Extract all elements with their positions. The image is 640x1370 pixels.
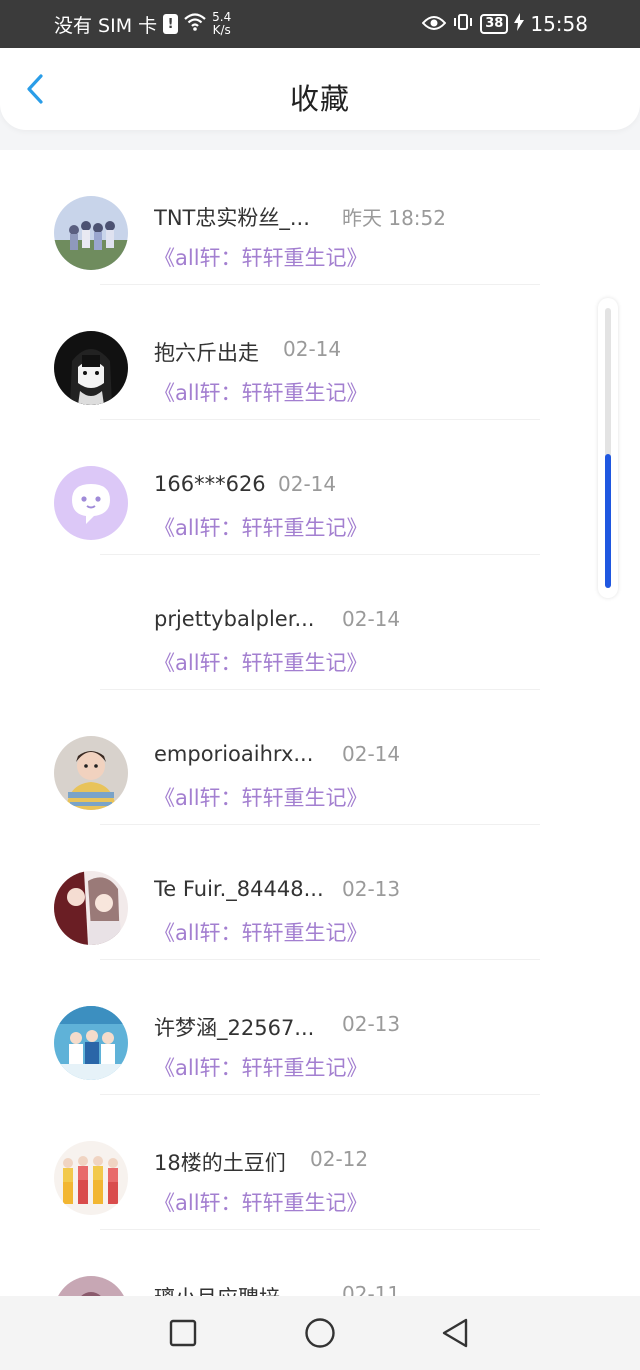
avatar[interactable] [54, 601, 128, 675]
book-title-link[interactable]: 《all轩：轩轩重生记》 [154, 1052, 368, 1082]
square-icon [169, 1319, 197, 1347]
status-bar: 没有 SIM 卡 ! 5.4 K/s 38 15:58 [0, 0, 640, 48]
timestamp: 02-14 [283, 337, 342, 361]
timestamp: 02-14 [342, 742, 401, 766]
list-item[interactable]: Te Fuir._84448... 02-13 《all轩：轩轩重生记》 [0, 825, 640, 960]
timestamp: 昨天 18:52 [342, 206, 446, 230]
book-title-link[interactable]: 《all轩：轩轩重生记》 [154, 377, 368, 407]
app-header: 收藏 [0, 48, 640, 130]
list-item[interactable]: prjettybalpler... 02-14 《all轩：轩轩重生记》 [0, 555, 640, 690]
home-button[interactable] [303, 1316, 337, 1350]
timestamp: 02-12 [310, 1147, 369, 1171]
list-item[interactable]: emporioaihrx... 02-14 《all轩：轩轩重生记》 [0, 690, 640, 825]
avatar[interactable] [54, 196, 128, 270]
list-item[interactable]: 18楼的土豆们 02-12 《all轩：轩轩重生记》 [0, 1095, 640, 1230]
scrollbar-thumb[interactable] [605, 453, 611, 588]
list-item[interactable]: 璃小月应聘培... 02-11 [0, 1230, 640, 1296]
user-name: 璃小月应聘培... [154, 1282, 300, 1296]
avatar[interactable] [54, 736, 128, 810]
avatar[interactable] [54, 1141, 128, 1215]
user-name: emporioaihrx... [154, 742, 314, 766]
avatar[interactable] [54, 466, 128, 540]
book-title-link[interactable]: 《all轩：轩轩重生记》 [154, 242, 368, 272]
list-item[interactable]: 许梦涵_22567... 02-13 《all轩：轩轩重生记》 [0, 960, 640, 1095]
user-name: 许梦涵_22567... [154, 1016, 315, 1040]
system-nav-bar [0, 1296, 640, 1370]
charging-icon [514, 13, 525, 35]
user-name: 166***626 [154, 472, 266, 496]
page-title: 收藏 [289, 82, 350, 116]
book-title-link[interactable]: 《all轩：轩轩重生记》 [154, 1187, 368, 1217]
user-name: Te Fuir._84448... [154, 877, 324, 901]
user-name: 抱六斤出走 [154, 341, 259, 365]
avatar[interactable] [54, 871, 128, 945]
avatar[interactable] [54, 1006, 128, 1080]
recent-apps-button[interactable] [166, 1316, 200, 1350]
list-item[interactable]: 抱六斤出走 02-14 《all轩：轩轩重生记》 [0, 285, 640, 420]
back-nav-button[interactable] [438, 1316, 472, 1350]
timestamp: 02-13 [342, 1012, 401, 1036]
scrollbar[interactable] [598, 298, 618, 598]
eye-icon [421, 12, 447, 36]
wifi-icon [184, 12, 206, 36]
book-title-link[interactable]: 《all轩：轩轩重生记》 [154, 647, 368, 677]
timestamp: 02-14 [278, 472, 337, 496]
user-name: TNT忠实粉丝_... [154, 206, 310, 230]
list-item[interactable]: 166***626 02-14 《all轩：轩轩重生记》 [0, 420, 640, 555]
favorites-list[interactable]: TNT忠实粉丝_... 昨天 18:52 《all轩：轩轩重生记》 抱六斤出走 … [0, 150, 640, 1296]
avatar[interactable] [54, 331, 128, 405]
timestamp: 02-14 [342, 607, 401, 631]
user-name: prjettybalpler... [154, 607, 315, 631]
book-title-link[interactable]: 《all轩：轩轩重生记》 [154, 782, 368, 812]
triangle-back-icon [442, 1318, 468, 1348]
speed-unit: K/s [212, 23, 231, 37]
user-name: 18楼的土豆们 [154, 1151, 286, 1175]
avatar[interactable] [54, 1276, 128, 1296]
list-item[interactable]: TNT忠实粉丝_... 昨天 18:52 《all轩：轩轩重生记》 [0, 150, 640, 285]
carrier-label: 没有 SIM 卡 [54, 14, 158, 37]
vibrate-icon [452, 13, 474, 36]
book-title-link[interactable]: 《all轩：轩轩重生记》 [154, 512, 368, 542]
timestamp: 02-11 [342, 1282, 401, 1296]
battery-icon: 38 [480, 14, 509, 34]
timestamp: 02-13 [342, 877, 401, 901]
book-title-link[interactable]: 《all轩：轩轩重生记》 [154, 917, 368, 947]
sim-alert-icon: ! [163, 14, 179, 34]
clock: 15:58 [530, 12, 588, 36]
circle-icon [305, 1318, 335, 1348]
network-speed: 5.4 K/s [212, 11, 231, 37]
